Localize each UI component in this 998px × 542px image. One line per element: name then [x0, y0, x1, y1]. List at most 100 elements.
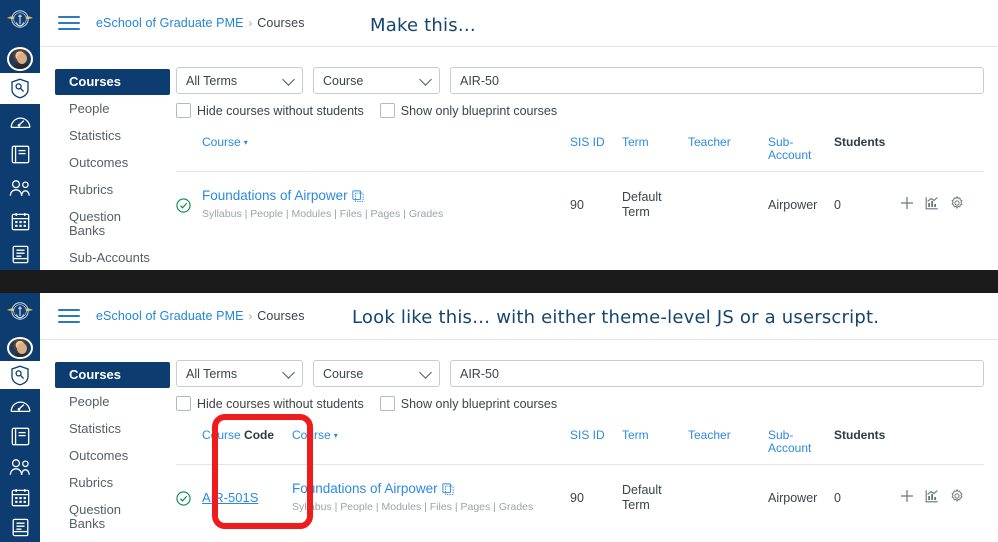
show-only-blueprint-courses-checkbox[interactable]	[380, 396, 395, 411]
admin-left-navigation: Courses People Statistics Outcomes Rubri…	[40, 340, 176, 542]
th-sub-account[interactable]: Sub-Account	[768, 425, 834, 465]
global-navigation-rail	[0, 293, 40, 542]
cell-course: Foundations of Airpower Syllabus | Peopl…	[202, 172, 570, 237]
breadcrumb: eSchool of Graduate PME›Courses	[96, 309, 305, 323]
global-nav-item-courses[interactable]	[0, 139, 40, 170]
cell-sub-account: Airpower	[768, 172, 834, 237]
global-nav-item-groups[interactable]	[0, 172, 40, 203]
th-sis-id[interactable]: SIS ID	[570, 132, 622, 172]
breadcrumb-bar: eSchool of Graduate PME›Courses Make thi…	[40, 0, 998, 47]
table-header-row: Course▾ SIS ID Term Teacher Sub-Account …	[176, 132, 984, 172]
plus-icon[interactable]	[900, 489, 914, 507]
sidebar-item-people[interactable]: People	[55, 96, 170, 122]
hamburger-icon[interactable]	[58, 309, 80, 323]
after-screenshot-panel: eSchool of Graduate PME›Courses Look lik…	[0, 293, 998, 542]
air-university-wings-logo[interactable]	[0, 295, 40, 329]
people-icon	[9, 458, 31, 476]
sidebar-item-question-banks[interactable]: Question Banks	[55, 204, 170, 244]
published-check-icon	[176, 491, 202, 506]
course-name-link[interactable]: Foundations of Airpower	[202, 188, 348, 203]
inbox-icon	[11, 245, 30, 264]
plus-icon[interactable]	[900, 196, 914, 214]
sidebar-item-courses[interactable]: Courses	[55, 362, 170, 388]
th-course[interactable]: Course▾	[202, 132, 570, 172]
blueprint-copy-icon[interactable]	[352, 190, 364, 206]
sidebar-item-statistics[interactable]: Statistics	[55, 416, 170, 442]
sidebar-item-outcomes[interactable]: Outcomes	[55, 150, 170, 176]
sidebar-item-question-banks[interactable]: Question Banks	[55, 497, 170, 537]
th-term[interactable]: Term	[622, 132, 688, 172]
gear-icon[interactable]	[950, 196, 964, 214]
cell-students: 0	[834, 465, 900, 530]
global-nav-item-dashboard[interactable]	[0, 391, 40, 420]
sidebar-item-rubrics[interactable]: Rubrics	[55, 177, 170, 203]
book-icon	[11, 145, 30, 164]
th-sis-id[interactable]: SIS ID	[570, 425, 622, 465]
cell-term: Default Term	[622, 465, 688, 530]
type-select[interactable]: Course	[313, 360, 440, 387]
courses-table-head: Course▾ SIS ID Term Teacher Sub-Account …	[176, 132, 984, 172]
hide-courses-without-students-checkbox[interactable]	[176, 103, 191, 118]
th-course-code-plain: Code	[244, 428, 274, 442]
global-nav-item-admin[interactable]	[0, 361, 40, 390]
air-university-wings-logo[interactable]	[0, 2, 40, 39]
breadcrumb-current: Courses	[257, 16, 304, 30]
term-select[interactable]: All Terms	[176, 360, 303, 387]
show-only-blueprint-courses-checkbox[interactable]	[380, 103, 395, 118]
global-nav-item-inbox[interactable]	[0, 513, 40, 542]
courses-table: Course Code Course▾ SIS ID Term Teacher …	[176, 425, 984, 529]
main-region: eSchool of Graduate PME›Courses Look lik…	[40, 293, 998, 542]
hide-courses-without-students-label: Hide courses without students	[197, 397, 364, 411]
global-nav-item-admin[interactable]	[0, 73, 40, 104]
th-sub-account[interactable]: Sub-Account	[768, 132, 834, 172]
search-input[interactable]: AIR-50	[450, 67, 984, 94]
sidebar-item-outcomes[interactable]: Outcomes	[55, 443, 170, 469]
type-select[interactable]: Course	[313, 67, 440, 94]
statistics-chart-icon[interactable]	[925, 196, 939, 214]
breadcrumb-root[interactable]: eSchool of Graduate PME	[96, 309, 244, 323]
term-select[interactable]: All Terms	[176, 67, 303, 94]
account-avatar[interactable]	[7, 337, 33, 359]
breadcrumb-root[interactable]: eSchool of Graduate PME	[96, 16, 244, 30]
screenshot-stage: eSchool of Graduate PME›Courses Make thi…	[0, 0, 998, 542]
global-nav-item-calendar[interactable]	[0, 483, 40, 512]
sidebar-item-sub-accounts[interactable]: Sub-Accounts	[55, 538, 170, 542]
search-input[interactable]: AIR-50	[450, 360, 984, 387]
hide-courses-without-students-checkbox[interactable]	[176, 396, 191, 411]
shield-icon	[10, 78, 30, 99]
course-sublinks[interactable]: Syllabus | People | Modules | Files | Pa…	[292, 500, 570, 515]
filter-bar: All Terms Course AIR-50	[176, 360, 984, 387]
global-navigation-rail	[0, 0, 40, 270]
calendar-icon	[11, 488, 30, 507]
hamburger-icon[interactable]	[58, 16, 80, 30]
global-nav-item-calendar[interactable]	[0, 206, 40, 237]
cell-actions	[900, 172, 984, 237]
th-course-code-link: Course	[202, 428, 241, 442]
account-avatar[interactable]	[7, 47, 33, 71]
cell-course: Foundations of Airpower Syllabus | Peopl…	[292, 465, 570, 530]
chevron-down-icon	[419, 366, 432, 379]
global-nav-item-dashboard[interactable]	[0, 106, 40, 137]
course-code-link[interactable]: AIR-501S	[202, 490, 258, 505]
sidebar-item-rubrics[interactable]: Rubrics	[55, 470, 170, 496]
global-nav-item-courses[interactable]	[0, 422, 40, 451]
sidebar-item-statistics[interactable]: Statistics	[55, 123, 170, 149]
th-teacher[interactable]: Teacher	[688, 425, 768, 465]
sidebar-item-sub-accounts[interactable]: Sub-Accounts	[55, 245, 170, 270]
th-course-code[interactable]: Course Code	[202, 425, 292, 465]
gear-icon[interactable]	[950, 489, 964, 507]
th-course[interactable]: Course▾	[292, 425, 570, 465]
statistics-chart-icon[interactable]	[925, 489, 939, 507]
th-teacher[interactable]: Teacher	[688, 132, 768, 172]
chevron-down-icon	[282, 73, 295, 86]
sidebar-item-people[interactable]: People	[55, 389, 170, 415]
global-nav-item-groups[interactable]	[0, 452, 40, 481]
cell-students: 0	[834, 172, 900, 237]
blueprint-copy-icon[interactable]	[442, 483, 454, 499]
sidebar-item-courses[interactable]: Courses	[55, 69, 170, 95]
cell-published	[176, 172, 202, 237]
th-term[interactable]: Term	[622, 425, 688, 465]
global-nav-item-inbox[interactable]	[0, 239, 40, 270]
course-sublinks[interactable]: Syllabus | People | Modules | Files | Pa…	[202, 207, 570, 222]
course-name-link[interactable]: Foundations of Airpower	[292, 481, 438, 496]
